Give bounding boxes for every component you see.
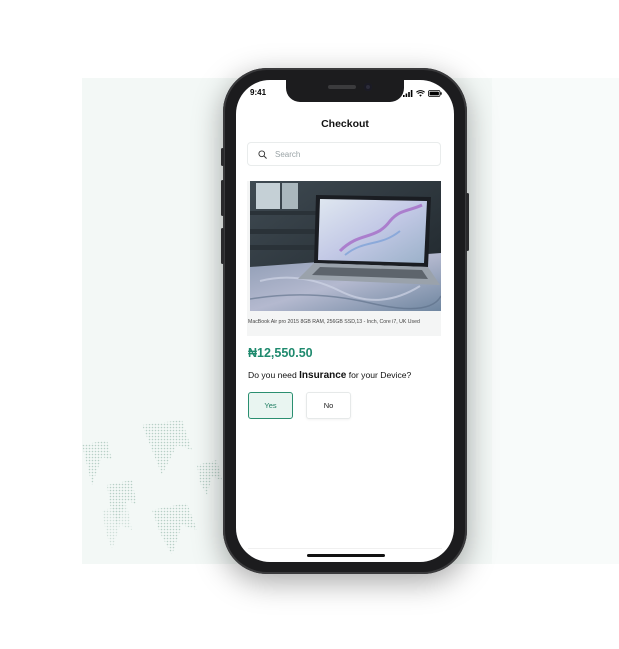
insurance-question-suffix: for your Device? (348, 370, 412, 380)
insurance-yes-button[interactable]: Yes (248, 392, 293, 419)
search-input[interactable] (275, 149, 425, 159)
search-bar[interactable] (247, 142, 441, 166)
insurance-question: Do you need Insurance for your Device? (248, 370, 411, 381)
background-panel-right (492, 78, 619, 564)
status-icons (403, 89, 442, 97)
product-name: MacBook Air pro 2015 8GB RAM, 256GB SSD,… (248, 319, 420, 325)
product-price: ₦12,550.50 (248, 346, 313, 360)
page-title: Checkout (321, 118, 369, 130)
phone-screen: 9:41 Checkout Search MacBook Air pro 201… (236, 80, 454, 562)
wifi-icon (416, 89, 425, 97)
product-image (250, 181, 441, 311)
front-camera (364, 83, 372, 91)
phone-power-button (466, 193, 469, 251)
insurance-no-button[interactable]: No (306, 392, 351, 419)
search-icon (258, 149, 267, 159)
phone-volume-up (221, 180, 224, 216)
signal-icon (403, 89, 413, 97)
decorative-arrow-pattern (82, 420, 222, 555)
product-card[interactable]: MacBook Air pro 2015 8GB RAM, 256GB SSD,… (247, 181, 441, 336)
speaker-grille (328, 85, 356, 89)
phone-volume-down (221, 228, 224, 264)
phone-mute-switch (221, 148, 224, 166)
insurance-question-prefix: Do you need (248, 370, 297, 380)
battery-icon (428, 89, 442, 97)
home-indicator[interactable] (307, 554, 385, 557)
notch (286, 80, 404, 102)
insurance-question-bold: Insurance (299, 370, 347, 381)
divider (248, 548, 442, 549)
phone-mockup: 9:41 Checkout Search MacBook Air pro 201… (221, 68, 469, 574)
status-time: 9:41 (250, 88, 267, 97)
